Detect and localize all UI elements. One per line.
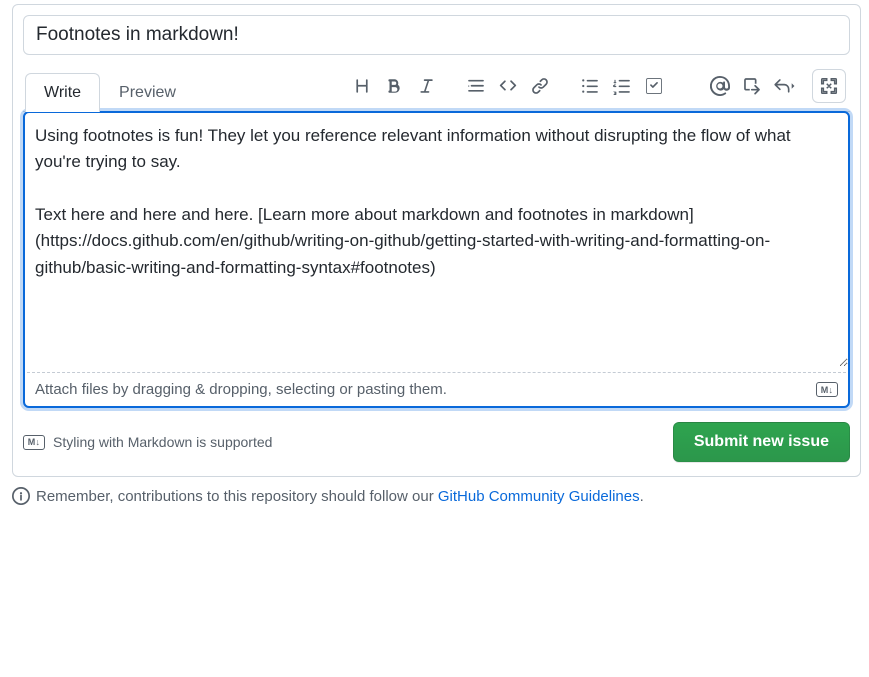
tab-toolbar: Write Preview: [23, 65, 850, 112]
guidelines-suffix: .: [640, 488, 644, 505]
styling-hint-text: Styling with Markdown is supported: [53, 434, 272, 450]
fullscreen-icon[interactable]: [812, 69, 846, 103]
mention-icon[interactable]: [704, 70, 736, 102]
numbered-list-icon[interactable]: [606, 70, 638, 102]
guidelines-prefix: Remember, contributions to this reposito…: [36, 488, 438, 505]
guidelines-note: Remember, contributions to this reposito…: [12, 487, 861, 505]
comment-textarea[interactable]: [25, 113, 848, 367]
md-toolbar: [342, 65, 850, 111]
cross-reference-icon[interactable]: [736, 70, 768, 102]
heading-icon[interactable]: [346, 70, 378, 102]
comment-body: Attach files by dragging & dropping, sel…: [23, 111, 850, 408]
submit-new-issue-button[interactable]: Submit new issue: [673, 422, 850, 462]
info-icon: [12, 487, 30, 505]
issue-form: Write Preview: [12, 4, 861, 477]
markdown-badge-icon[interactable]: M↓: [816, 382, 838, 397]
footer-row: M↓ Styling with Markdown is supported Su…: [23, 422, 850, 462]
tabs: Write Preview: [25, 72, 195, 111]
attach-hint-text: Attach files by dragging & dropping, sel…: [35, 381, 447, 398]
attach-files-row[interactable]: Attach files by dragging & dropping, sel…: [25, 373, 848, 406]
task-list-icon[interactable]: [638, 70, 670, 102]
bold-icon[interactable]: [378, 70, 410, 102]
link-icon[interactable]: [524, 70, 556, 102]
quote-icon[interactable]: [460, 70, 492, 102]
comment-wrapper: Write Preview: [23, 65, 850, 462]
italic-icon[interactable]: [410, 70, 442, 102]
styling-hint[interactable]: M↓ Styling with Markdown is supported: [23, 434, 272, 450]
community-guidelines-link[interactable]: GitHub Community Guidelines: [438, 488, 640, 505]
code-icon[interactable]: [492, 70, 524, 102]
tab-preview[interactable]: Preview: [100, 73, 195, 112]
issue-title-input[interactable]: [23, 15, 850, 55]
markdown-badge-icon: M↓: [23, 435, 45, 450]
tab-write[interactable]: Write: [25, 73, 100, 112]
saved-replies-icon[interactable]: [768, 70, 800, 102]
bulleted-list-icon[interactable]: [574, 70, 606, 102]
